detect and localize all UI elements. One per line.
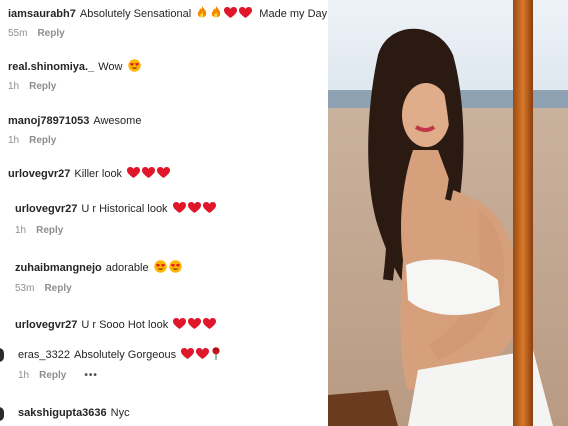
comment-username[interactable]: sakshigupta3636 xyxy=(18,407,107,419)
heart-emoji-icon xyxy=(127,167,141,183)
comment-meta: 53m Reply xyxy=(15,283,72,294)
comment-line: sakshigupta3636 Nyc xyxy=(18,406,130,420)
comment-username[interactable]: urlovegvr27 xyxy=(8,168,70,180)
heart-emoji-icon xyxy=(224,7,238,23)
comment-meta: 1h Reply ••• xyxy=(18,370,98,381)
heart-emoji-icon xyxy=(187,202,201,218)
comment-username[interactable]: real.shinomiya._ xyxy=(8,61,94,73)
comment-time: 1h xyxy=(18,370,30,381)
heart-emoji-icon xyxy=(142,167,156,183)
comment-text: Awesome xyxy=(93,115,142,127)
heart-emoji-icon xyxy=(239,7,253,23)
fire-emoji-icon xyxy=(210,6,222,23)
comment-meta: 1h Reply xyxy=(15,225,63,236)
comment-text: Absolutely Sensational xyxy=(79,8,192,20)
reply-button[interactable]: Reply xyxy=(29,135,56,146)
comment-time: 1h xyxy=(8,81,20,92)
comment-time: 1h xyxy=(15,225,27,236)
comment-text: Killer look xyxy=(74,168,123,180)
heart-emoji-icon xyxy=(181,348,195,364)
comment-line: urlovegvr27 U r Sooo Hot look xyxy=(15,318,217,334)
reply-button[interactable]: Reply xyxy=(39,370,66,381)
reply-button[interactable]: Reply xyxy=(44,283,71,294)
comment-line: zuhaibmangnejo adorable xyxy=(15,260,182,277)
photo-illustration xyxy=(328,0,568,426)
reply-button[interactable]: Reply xyxy=(29,81,56,92)
heart-emoji-icon xyxy=(203,318,217,334)
comment-meta: 1h Reply xyxy=(8,81,56,92)
heart-eyes-emoji-icon xyxy=(153,260,167,277)
comment-username[interactable]: eras_3322 xyxy=(18,349,70,361)
heart-eyes-emoji-icon xyxy=(127,59,141,76)
heart-eyes-emoji-icon xyxy=(168,260,182,277)
comment-line: eras_3322 Absolutely Gorgeous xyxy=(18,347,221,364)
rose-emoji-icon xyxy=(211,347,221,364)
comment-text: adorable xyxy=(105,262,149,274)
comments-panel: iamsaurabh7 Absolutely Sensational Made m… xyxy=(0,0,328,426)
heart-emoji-icon xyxy=(157,167,171,183)
heart-emoji-icon xyxy=(172,202,186,218)
reply-button[interactable]: Reply xyxy=(36,225,63,236)
comment-line: manoj78971053 Awesome xyxy=(8,114,141,128)
comment-text: U r Historical look xyxy=(81,203,168,215)
comment-text: U r Sooo Hot look xyxy=(81,319,169,331)
comment-username[interactable]: urlovegvr27 xyxy=(15,203,77,215)
comment-time: 53m xyxy=(15,283,35,294)
heart-emoji-icon xyxy=(196,348,210,364)
more-options-icon[interactable]: ••• xyxy=(84,370,98,381)
comment-line: urlovegvr27 U r Historical look xyxy=(15,202,216,218)
comment-meta: 55m Reply xyxy=(8,28,65,39)
comment-username[interactable]: iamsaurabh7 xyxy=(8,8,76,20)
avatar[interactable] xyxy=(0,348,4,362)
post-photo[interactable] xyxy=(328,0,568,426)
comment-line: real.shinomiya._ Wow xyxy=(8,59,141,76)
heart-emoji-icon xyxy=(202,202,216,218)
fire-emoji-icon xyxy=(196,6,208,23)
reply-button[interactable]: Reply xyxy=(37,28,64,39)
comment-text: Nyc xyxy=(110,407,130,419)
comment-line: iamsaurabh7 Absolutely Sensational Made m… xyxy=(8,6,327,23)
comment-time: 55m xyxy=(8,28,28,39)
comment-username[interactable]: urlovegvr27 xyxy=(15,319,77,331)
comment-username[interactable]: zuhaibmangnejo xyxy=(15,262,102,274)
comment-meta: 1h Reply xyxy=(8,135,56,146)
avatar[interactable] xyxy=(0,407,4,421)
comment-text: Absolutely Gorgeous xyxy=(74,349,177,361)
comment-time: 1h xyxy=(8,135,20,146)
comment-suffix: Made my Day xyxy=(259,8,328,20)
heart-emoji-icon xyxy=(173,318,187,334)
heart-emoji-icon xyxy=(188,318,202,334)
comment-text: Wow xyxy=(98,61,123,73)
comment-username[interactable]: manoj78971053 xyxy=(8,115,89,127)
comment-line: urlovegvr27 Killer look xyxy=(8,167,171,183)
